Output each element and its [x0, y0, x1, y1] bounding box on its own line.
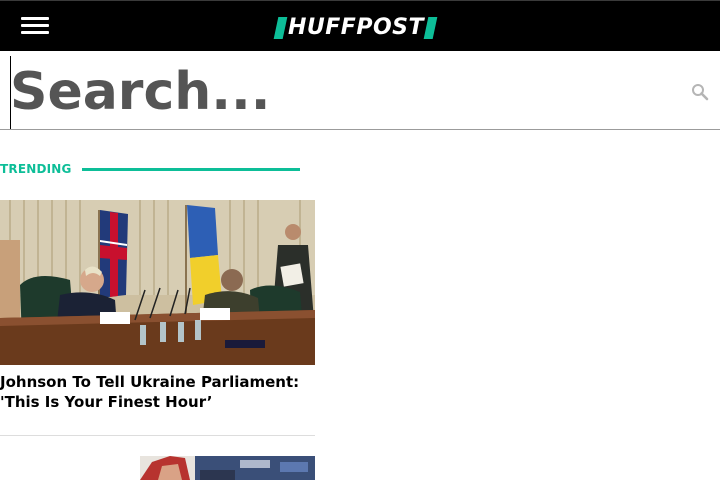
trending-label: TRENDING	[0, 162, 72, 176]
menu-line	[21, 17, 49, 20]
article-headline[interactable]: Johnson To Tell Ukraine Parliament: 'Thi…	[0, 372, 320, 412]
article-photo-partial	[140, 456, 315, 480]
menu-line	[21, 31, 49, 34]
article-divider	[0, 435, 315, 436]
hamburger-menu-icon[interactable]	[21, 15, 49, 37]
menu-line	[21, 24, 49, 27]
top-nav-bar: HUFFPOST	[0, 0, 720, 51]
trending-rule	[81, 167, 300, 171]
text-cursor	[10, 56, 11, 129]
huffpost-logo[interactable]: HUFFPOST	[273, 15, 446, 41]
trending-header: TRENDING	[0, 160, 300, 178]
article-photo	[0, 200, 315, 365]
article-image[interactable]	[0, 200, 315, 365]
search-input[interactable]	[10, 57, 670, 127]
logo-wordmark: HUFFPOST	[288, 15, 425, 40]
search-icon[interactable]	[691, 83, 709, 101]
search-bar	[0, 51, 720, 130]
article-image-partial[interactable]	[140, 456, 315, 480]
